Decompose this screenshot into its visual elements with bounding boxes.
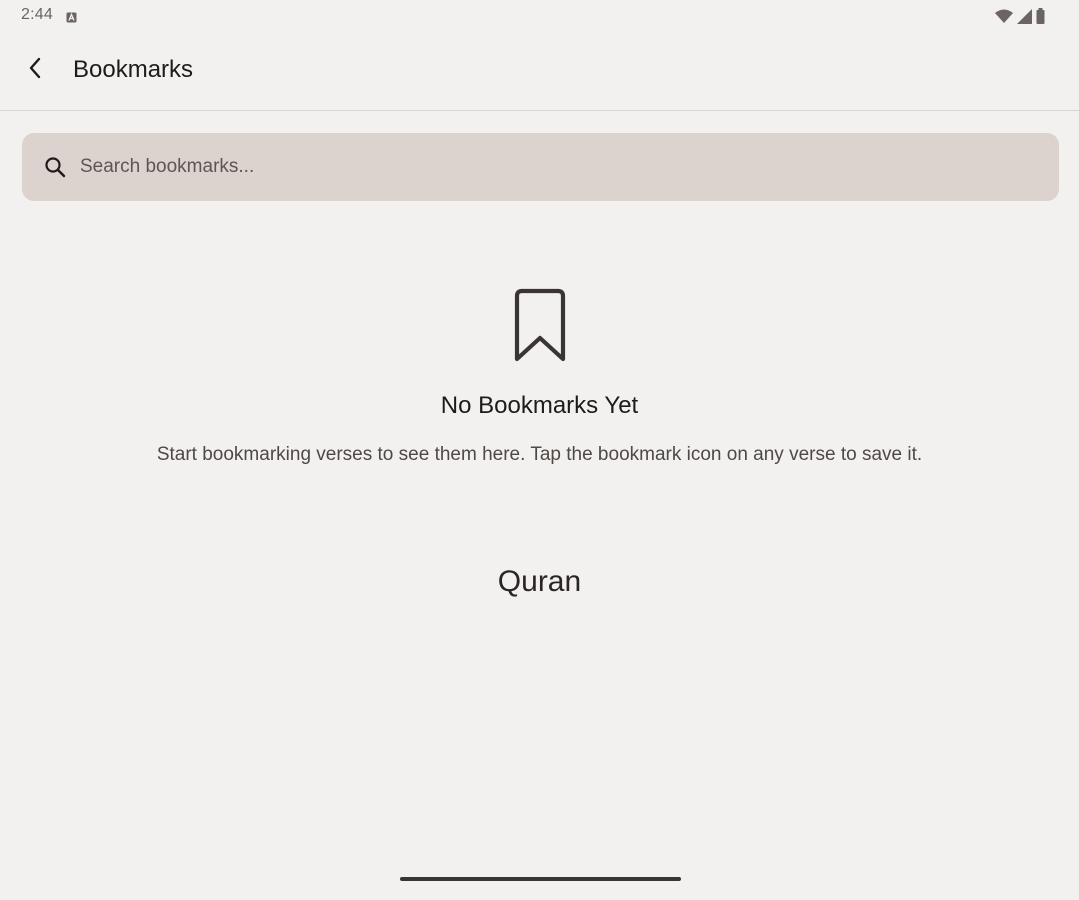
bookmarks-screen: 2:44 Bookmarks Search bookmarks... No Bo…: [0, 0, 1079, 900]
wifi-icon: [995, 9, 1013, 28]
gesture-nav-handle[interactable]: [400, 877, 681, 881]
brand-label: Quran: [497, 565, 582, 598]
status-icons: [995, 8, 1045, 29]
status-bar: 2:44: [0, 0, 1079, 32]
status-time: 2:44: [21, 6, 53, 23]
bookmark-icon: [509, 286, 571, 366]
top-app-bar: Bookmarks: [0, 32, 1079, 111]
battery-icon: [1036, 8, 1045, 29]
page-title: Bookmarks: [73, 56, 194, 83]
back-button[interactable]: [18, 52, 54, 88]
search-icon: [42, 154, 68, 180]
search-bar[interactable]: [22, 133, 1059, 201]
search-input[interactable]: [80, 147, 980, 187]
chevron-left-icon: [28, 57, 44, 84]
empty-state-description: Start bookmarking verses to see them her…: [156, 444, 923, 465]
signal-icon: [1017, 8, 1032, 29]
notification-a-icon: [66, 10, 77, 23]
empty-state-title: No Bookmarks Yet: [440, 392, 639, 419]
